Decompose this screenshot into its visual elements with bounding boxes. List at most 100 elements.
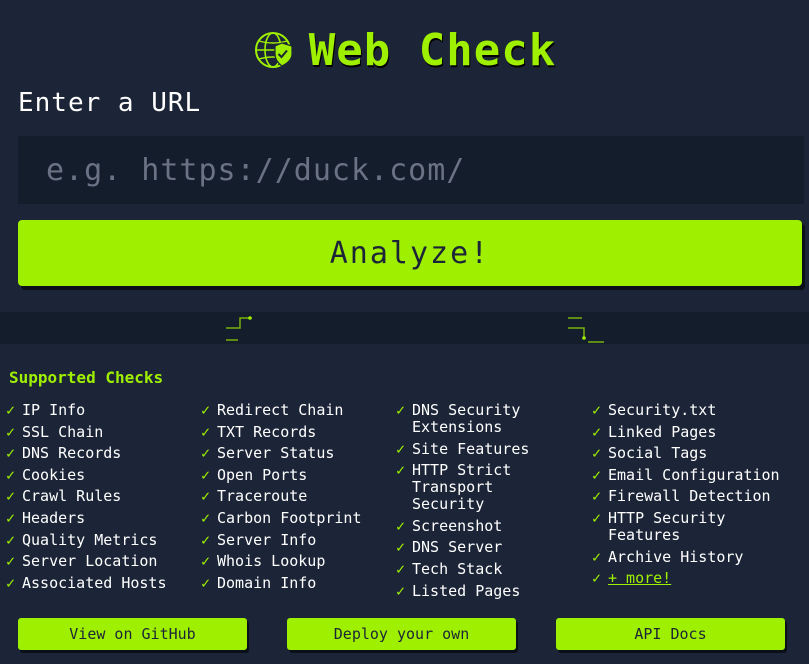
checks-column-3: ✓ DNS Security Extensions ✓ Site Features ✓ H… (396, 402, 596, 604)
check-item: ✓ Site Features (396, 439, 596, 458)
app-header: Web Check (0, 22, 809, 78)
check-item: ✓ DNS Security Extensions (396, 402, 596, 436)
check-label: Domain Info (217, 573, 317, 592)
check-item: ✓ DNS Records (6, 445, 206, 462)
check-label: Redirect Chain (217, 401, 344, 419)
check-item: ✓ Carbon Footprint (201, 508, 401, 527)
url-input[interactable] (18, 136, 804, 204)
check-label: Email Configuration (608, 465, 780, 484)
checkmark-icon: ✓ (592, 487, 602, 506)
check-item: ✓ Server Info (201, 530, 401, 549)
check-item: ✓ HTTP Security Features (592, 508, 792, 544)
check-item: ✓ IP Info (6, 402, 206, 419)
check-label: Crawl Rules (22, 487, 122, 506)
check-item: ✓ Archive History (592, 547, 792, 566)
check-item: ✓ Quality Metrics (6, 530, 206, 549)
api-docs-link-button[interactable]: API Docs (556, 618, 785, 650)
checkmark-icon: ✓ (201, 444, 211, 463)
checkmark-icon: ✓ (201, 487, 211, 506)
check-label: Server Info (217, 530, 317, 549)
circuit-decoration-left-icon (226, 316, 252, 341)
checkmark-icon: ✓ (6, 552, 16, 571)
checkmark-icon: ✓ (592, 444, 602, 463)
check-item: ✓ HTTP Strict Transport Security (396, 462, 596, 513)
check-item: ✓ SSL Chain (6, 422, 206, 441)
checkmark-icon: ✓ (592, 547, 602, 566)
checkmark-icon: ✓ (396, 559, 406, 578)
check-item: ✓ Email Configuration (592, 465, 792, 484)
checkmark-icon: ✓ (6, 487, 16, 506)
app-title: Web Check (308, 24, 557, 76)
check-item: ✓ Domain Info (201, 573, 401, 592)
check-item: ✓ Social Tags (592, 445, 792, 462)
check-label: Security.txt (608, 401, 717, 419)
check-label: Tech Stack (412, 559, 503, 578)
check-item: ✓ Listed Pages (396, 581, 596, 600)
check-label: Social Tags (608, 444, 708, 463)
checkmark-icon: ✓ (396, 461, 406, 480)
checkmark-icon: ✓ (592, 569, 602, 588)
checks-column-2: ✓ Redirect Chain ✓ TXT Records ✓ Server Statu… (201, 402, 401, 596)
check-label: Open Ports (217, 465, 308, 484)
checks-column-1: ✓ IP Info ✓ SSL Chain ✓ DNS Records ✓ Cookies ✓ C… (6, 402, 206, 596)
check-label: Listed Pages (412, 581, 521, 600)
check-label: HTTP Security Features (608, 508, 726, 544)
check-label: Traceroute (217, 487, 308, 506)
check-item: ✓ Headers (6, 508, 206, 527)
check-label: DNS Records (22, 444, 122, 463)
checkmark-icon: ✓ (6, 422, 16, 441)
check-label: IP Info (22, 401, 86, 419)
check-item: ✓ Linked Pages (592, 422, 792, 441)
checkmark-icon: ✓ (201, 530, 211, 549)
check-label: DNS Server (412, 538, 503, 557)
checkmark-icon: ✓ (592, 401, 602, 419)
checkmark-icon: ✓ (6, 401, 16, 419)
checks-column-4: ✓ Security.txt ✓ Linked Pages ✓ Social Tags ✓ E… (592, 402, 792, 592)
check-label: Archive History (608, 547, 744, 566)
more-checks-link[interactable]: ✓ + more! (592, 570, 792, 587)
checkmark-icon: ✓ (201, 573, 211, 592)
check-label: TXT Records (217, 422, 317, 441)
github-link-button[interactable]: View on GitHub (18, 618, 247, 650)
check-label: Site Features (412, 439, 530, 458)
checkmark-icon: ✓ (6, 573, 16, 592)
checkmark-icon: ✓ (6, 444, 16, 463)
check-item: ✓ Open Ports (201, 465, 401, 484)
check-item: ✓ Server Location (6, 553, 206, 570)
check-item: ✓ Cookies (6, 465, 206, 484)
supported-checks-title: Supported Checks (9, 368, 164, 387)
checkmark-icon: ✓ (592, 508, 602, 527)
checkmark-icon: ✓ (201, 508, 211, 527)
circuit-decoration-right-icon (568, 317, 604, 343)
checkmark-icon: ✓ (201, 552, 211, 571)
check-label: Firewall Detection (608, 487, 771, 506)
check-label: Associated Hosts (22, 573, 167, 592)
check-label: Whois Lookup (217, 552, 326, 571)
checkmark-icon: ✓ (592, 465, 602, 484)
check-label: Cookies (22, 465, 86, 484)
check-item: ✓ Security.txt (592, 402, 792, 419)
check-label: DNS Security Extensions (412, 401, 521, 436)
checkmark-icon: ✓ (201, 465, 211, 484)
check-item: ✓ Associated Hosts (6, 573, 206, 592)
more-checks-label[interactable]: + more! (608, 570, 671, 587)
check-label: Quality Metrics (22, 530, 158, 549)
url-label: Enter a URL (18, 88, 202, 118)
check-label: SSL Chain (22, 422, 104, 441)
check-item: ✓ Traceroute (201, 488, 401, 505)
check-item: ✓ Redirect Chain (201, 402, 401, 419)
check-item: ✓ Crawl Rules (6, 488, 206, 505)
check-label: Linked Pages (608, 422, 717, 441)
checkmark-icon: ✓ (6, 530, 16, 549)
analyze-button[interactable]: Analyze! (18, 220, 802, 286)
checkmark-icon: ✓ (396, 516, 406, 535)
globe-shield-logo-icon (254, 32, 293, 68)
checkmark-icon: ✓ (6, 508, 16, 527)
checkmark-icon: ✓ (592, 422, 602, 441)
check-label: Carbon Footprint (217, 508, 362, 527)
check-item: ✓ Server Status (201, 445, 401, 462)
check-label: HTTP Strict Transport Security (412, 461, 512, 514)
check-item: ✓ Whois Lookup (201, 553, 401, 570)
check-label: Screenshot (412, 516, 503, 535)
deploy-link-button[interactable]: Deploy your own (287, 618, 516, 650)
